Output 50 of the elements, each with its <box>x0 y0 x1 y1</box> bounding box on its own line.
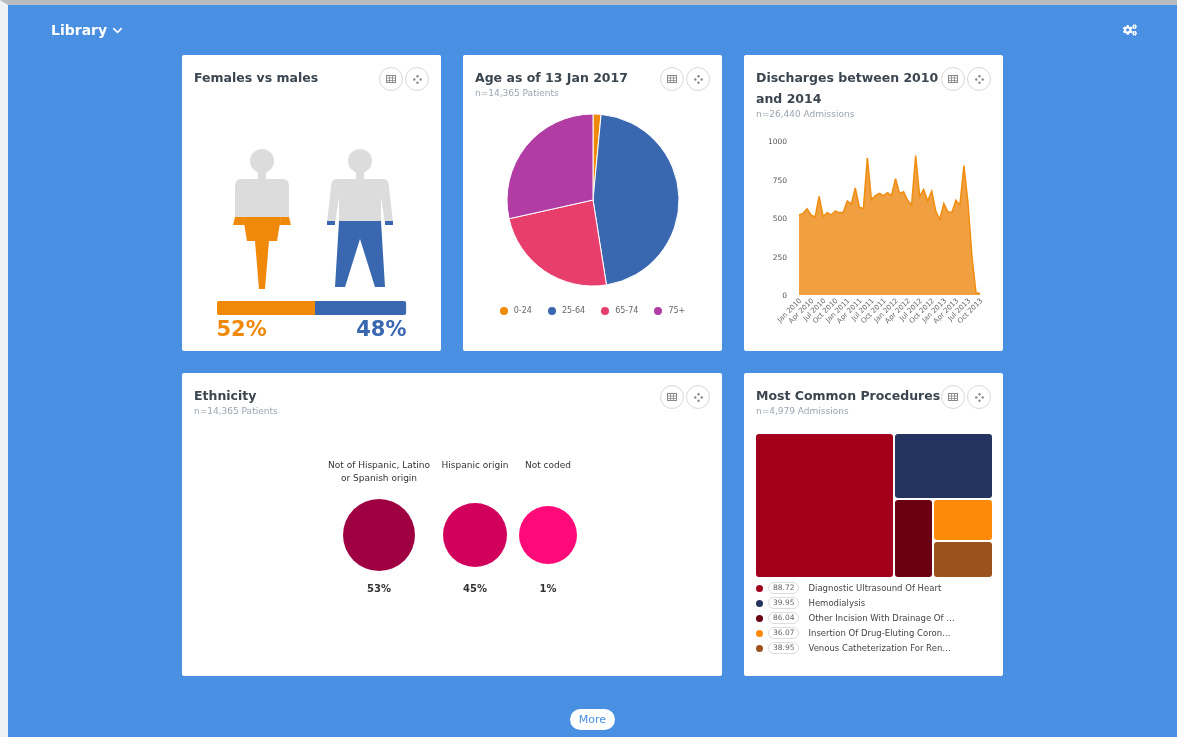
category-label: Not of Hispanic, Latino or Spanish origin <box>327 458 431 485</box>
more-button[interactable]: More <box>569 709 616 730</box>
settings-button[interactable] <box>1123 23 1137 37</box>
card-title: Ethnicity <box>194 387 258 405</box>
table-icon <box>667 393 677 401</box>
move-icon <box>693 74 703 84</box>
percentage-label: 1% <box>539 582 557 594</box>
move-button[interactable] <box>967 385 991 409</box>
legend-label: 75+ <box>668 306 686 315</box>
legend-label: 25-64 <box>561 306 586 315</box>
card-subtitle: n=14,365 Patients <box>194 406 278 416</box>
move-button[interactable] <box>686 67 710 91</box>
table-icon <box>948 393 958 401</box>
legend-label: 0-24 <box>513 306 532 315</box>
percentage-label: 52% <box>216 317 267 341</box>
move-icon <box>974 392 984 402</box>
table-icon <box>386 75 396 83</box>
table-view-button[interactable] <box>941 385 965 409</box>
procedure-label: Insertion Of Drug-Eluting Coron… <box>808 628 951 638</box>
settings-icon <box>1123 23 1137 37</box>
table-view-button[interactable] <box>660 67 684 91</box>
table-view-button[interactable] <box>941 67 965 91</box>
card-title: Females vs males <box>194 69 319 87</box>
move-icon <box>693 392 703 402</box>
card-title: Discharges between 2010 and 2014 <box>756 69 940 108</box>
card-subtitle: n=26,440 Admissions <box>756 109 856 119</box>
percentage-label: 53% <box>367 582 391 594</box>
table-icon <box>667 75 677 83</box>
card-subtitle: n=4,979 Admissions <box>756 406 850 416</box>
library-menu[interactable]: Library <box>51 22 126 38</box>
category-label: Hispanic origin <box>441 458 509 472</box>
legend-label: 65-74 <box>615 306 639 315</box>
category-label: Not coded <box>524 458 571 472</box>
move-button[interactable] <box>686 385 710 409</box>
procedure-label: Hemodialysis <box>808 598 866 608</box>
move-button[interactable] <box>405 67 429 91</box>
move-icon <box>974 74 984 84</box>
move-button[interactable] <box>967 67 991 91</box>
procedure-label: Diagnostic Ultrasound Of Heart <box>808 583 942 593</box>
card-title: Most Common Procedures <box>756 387 941 405</box>
percentage-label: 48% <box>356 317 407 341</box>
move-icon <box>412 74 422 84</box>
procedure-label: Venous Catheterization For Ren… <box>808 643 951 653</box>
table-icon <box>948 75 958 83</box>
card-title: Age as of 13 Jan 2017 <box>475 69 628 87</box>
percentage-label: 45% <box>463 582 487 594</box>
card-subtitle: n=14,365 Patients <box>475 88 560 98</box>
table-view-button[interactable] <box>660 385 684 409</box>
table-view-button[interactable] <box>379 67 403 91</box>
procedure-label: Other Incision With Drainage Of … <box>808 613 955 623</box>
